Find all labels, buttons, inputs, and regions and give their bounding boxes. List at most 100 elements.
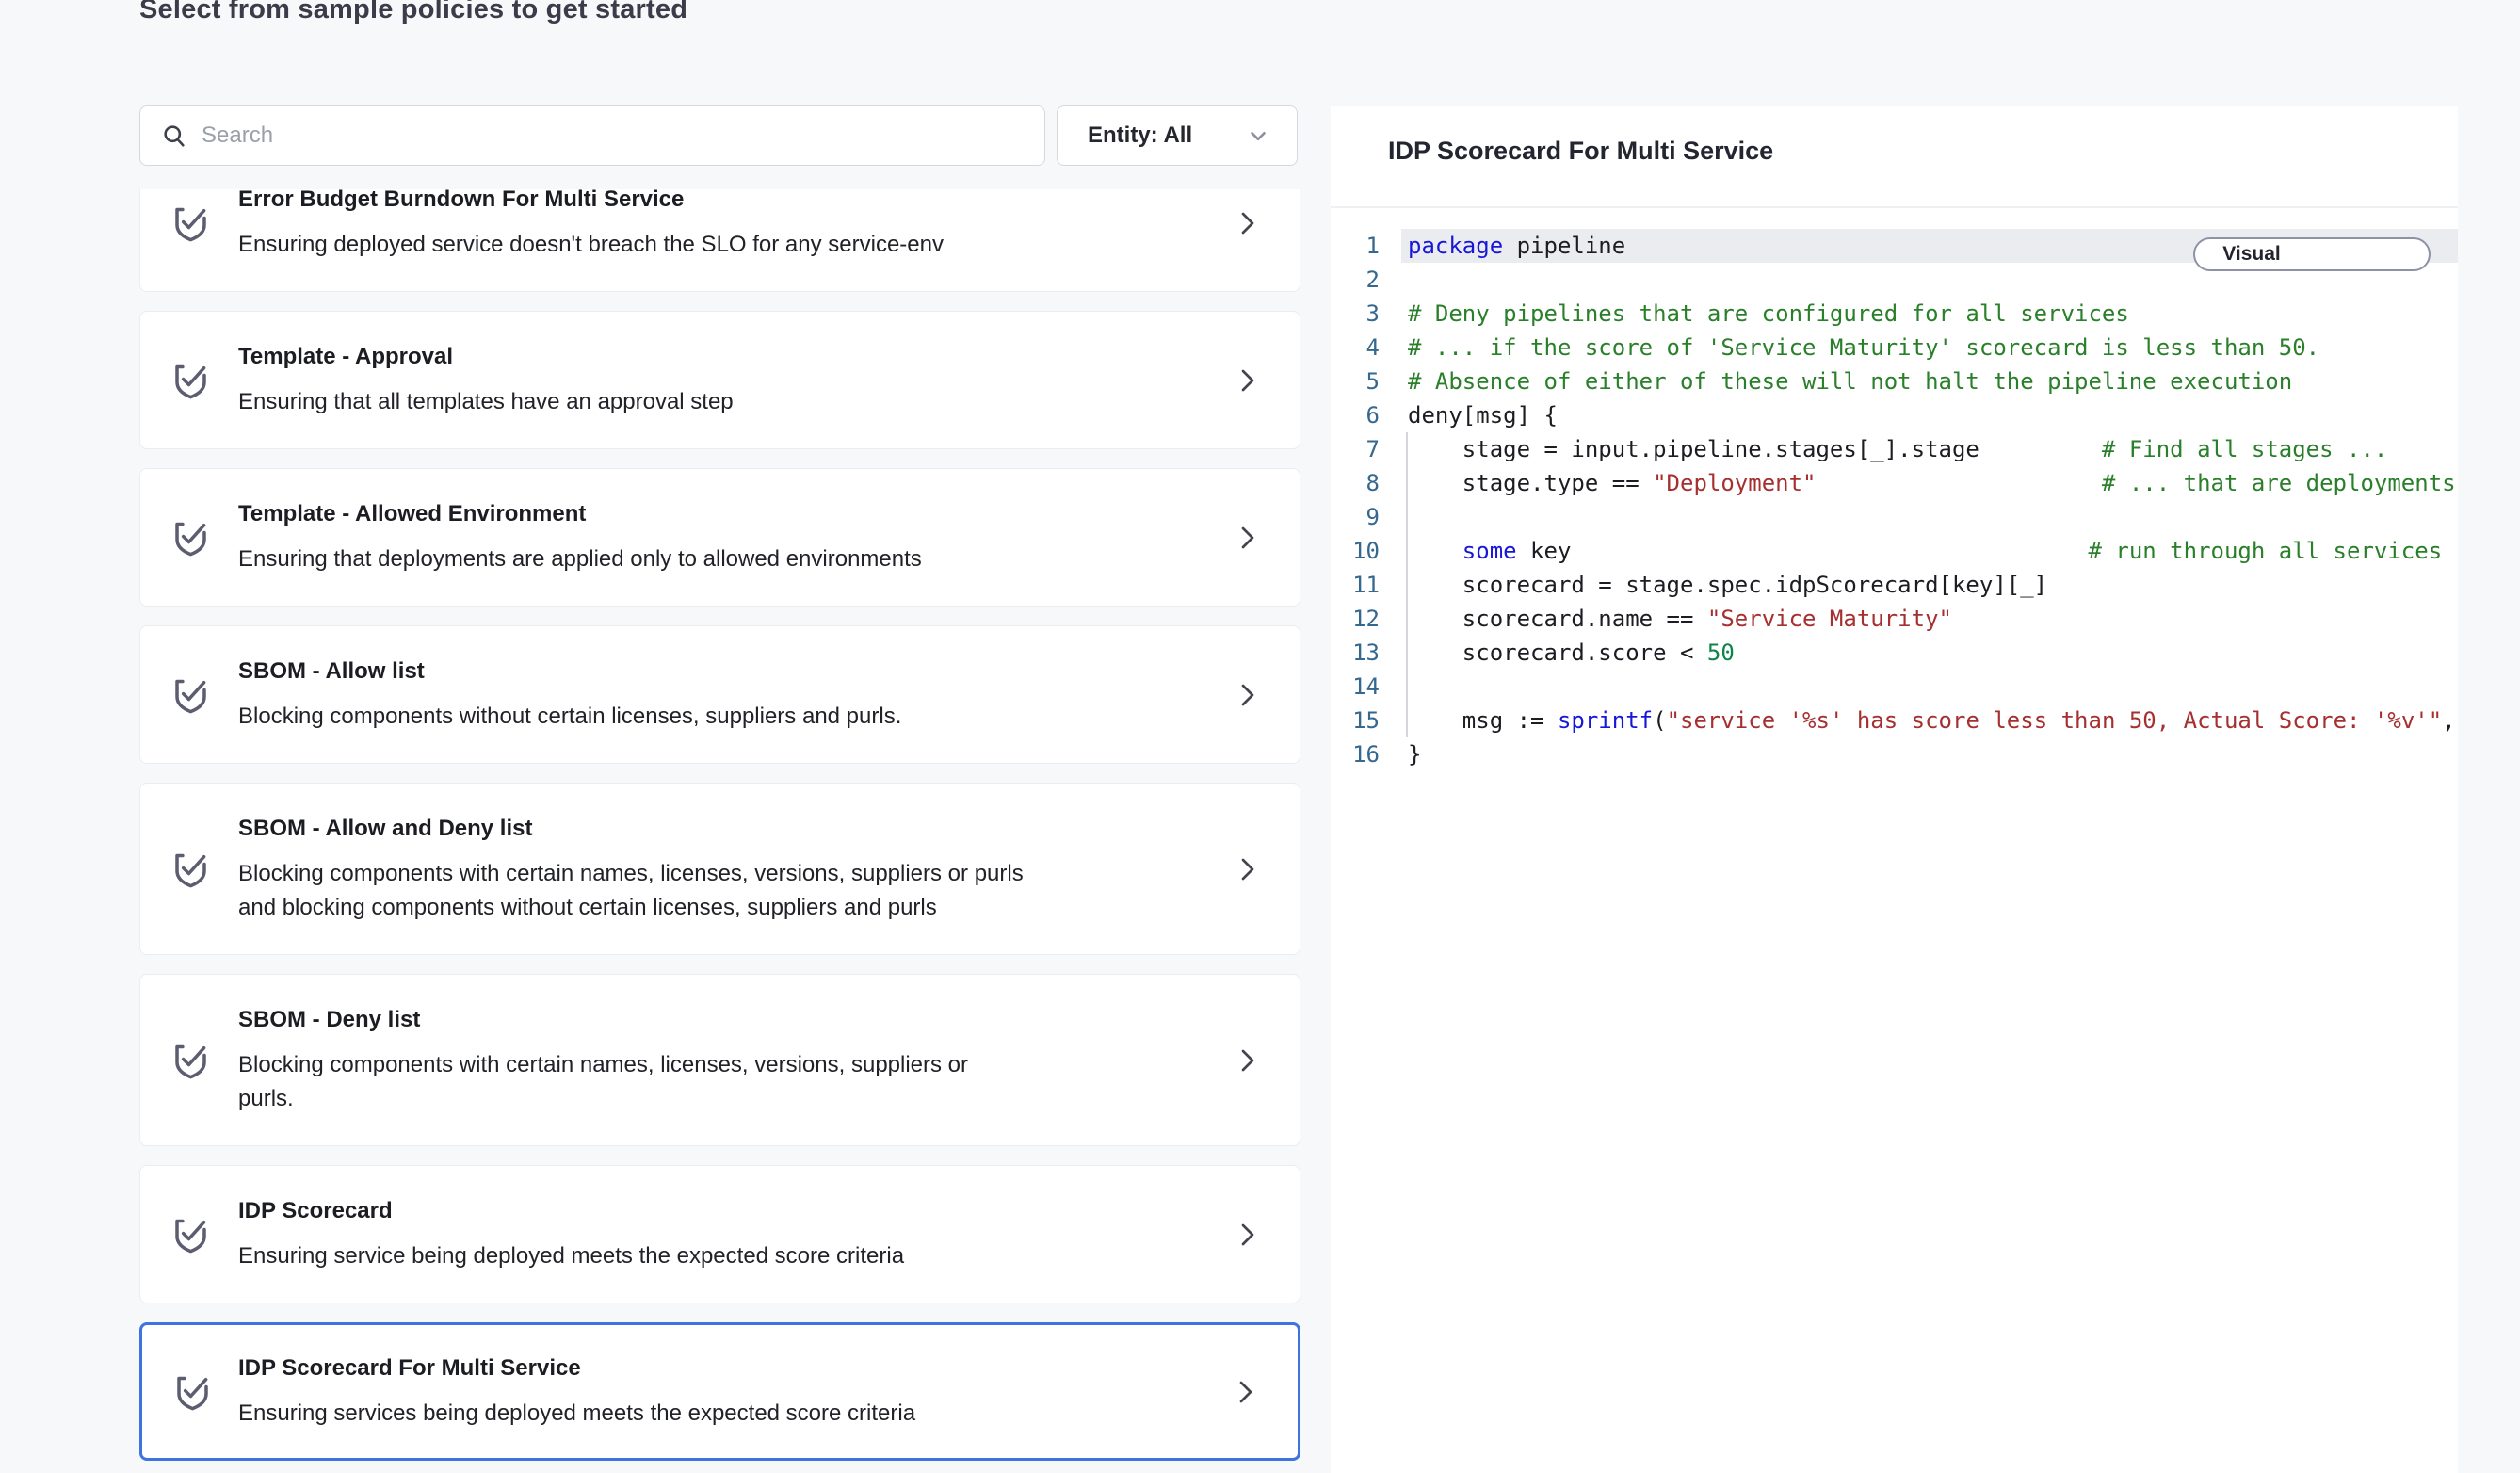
code-line: 7 stage = input.pipeline.stages[_].stage… [1331,432,2458,466]
line-number: 12 [1331,602,1380,636]
policy-text: Error Budget Burndown For Multi Service … [238,189,1187,262]
policy-detail-panel: IDP Scorecard For Multi Service Visual R… [1331,106,2458,1473]
policy-shield-check-icon [169,1212,213,1256]
code-line: 16 } [1331,737,2458,771]
rego-code-editor[interactable]: 1 package pipeline 2 3 # Deny pipelines … [1331,229,2458,1473]
chevron-right-icon [1232,1045,1262,1076]
policy-title: Template - Allowed Environment [238,500,1187,528]
code-line-content: stage.type == "Deployment" # ... that ar… [1380,466,2458,500]
indent-guide-line [1406,432,1408,737]
policy-title: IDP Scorecard For Multi Service [238,1354,1187,1383]
policy-shield-check-icon [169,515,213,559]
line-number: 14 [1331,670,1380,704]
code-line: 8 stage.type == "Deployment" # ... that … [1331,466,2458,500]
policy-title: Error Budget Burndown For Multi Service [238,189,1187,214]
line-number: 9 [1331,500,1380,534]
page-title: Select from sample policies to get start… [139,0,687,25]
line-number: 11 [1331,568,1380,602]
search-icon [161,122,187,149]
policy-title: SBOM - Deny list [238,1006,1187,1034]
policy-description: Blocking components with certain names, … [238,857,1029,925]
code-line-content: stage = input.pipeline.stages[_].stage #… [1380,432,2458,466]
code-line: 15 msg := sprintf("service '%s' has scor… [1331,704,2458,737]
rego-toggle-button[interactable]: Rego [2308,239,2429,269]
policy-description: Ensuring service being deployed meets th… [238,1239,1029,1273]
policy-text: Template - Allowed Environment Ensuring … [238,500,1187,576]
policy-description: Blocking components without certain lice… [238,700,1029,734]
line-number: 15 [1331,704,1380,737]
policy-list-item[interactable]: Error Budget Burndown For Multi Service … [139,189,1300,292]
search-input[interactable] [202,122,1044,149]
policy-shield-check-icon [169,201,213,245]
policy-title: Template - Approval [238,343,1187,371]
line-number: 1 [1331,229,1380,263]
policy-shield-check-icon [169,358,213,402]
policy-detail-title: IDP Scorecard For Multi Service [1388,137,1773,166]
code-line-content: # ... if the score of 'Service Maturity'… [1380,331,2458,364]
chevron-right-icon [1232,208,1262,238]
sample-policies-page: Select from sample policies to get start… [0,0,2520,1473]
code-line: 13 scorecard.score < 50 [1331,636,2458,670]
policy-list-item[interactable]: SBOM - Deny list Blocking components wit… [139,974,1300,1146]
search-box [139,105,1045,166]
code-line-content [1380,670,2458,704]
policy-shield-check-icon [170,1369,215,1414]
visual-toggle-button[interactable]: Visual [2195,239,2308,269]
panel-divider [1331,206,2458,208]
line-number: 4 [1331,331,1380,364]
code-line-content: } [1380,737,2458,771]
policy-list-item[interactable]: Template - Approval Ensuring that all te… [139,311,1300,449]
policy-description: Ensuring that all templates have an appr… [238,385,1029,419]
policy-description: Ensuring deployed service doesn't breach… [238,228,1029,262]
line-number: 6 [1331,398,1380,432]
code-line-content: some key # run through all services [1380,534,2458,568]
policy-text: SBOM - Deny list Blocking components wit… [238,1006,1187,1116]
code-line-content: scorecard = stage.spec.idpScorecard[key]… [1380,568,2458,602]
policy-list-item[interactable]: SBOM - Allow and Deny list Blocking comp… [139,783,1300,955]
code-line: 10 some key # run through all services [1331,534,2458,568]
policy-shield-check-icon [169,847,213,891]
line-number: 10 [1331,534,1380,568]
code-line-content: scorecard.score < 50 [1380,636,2458,670]
line-number: 2 [1331,263,1380,297]
policy-text: IDP Scorecard For Multi Service Ensuring… [238,1354,1187,1431]
code-line: 11 scorecard = stage.spec.idpScorecard[k… [1331,568,2458,602]
line-number: 16 [1331,737,1380,771]
policy-title: SBOM - Allow and Deny list [238,815,1187,843]
chevron-down-icon [1246,123,1270,148]
policy-title: SBOM - Allow list [238,657,1187,686]
code-line-content: msg := sprintf("service '%s' has score l… [1380,704,2458,737]
line-number: 5 [1331,364,1380,398]
code-line: 3 # Deny pipelines that are configured f… [1331,297,2458,331]
code-line: 4 # ... if the score of 'Service Maturit… [1331,331,2458,364]
code-line: 14 [1331,670,2458,704]
policy-text: IDP Scorecard Ensuring service being dep… [238,1197,1187,1273]
chevron-right-icon [1232,523,1262,553]
policy-description: Ensuring that deployments are applied on… [238,542,1029,576]
policy-list-scroll[interactable]: Error Budget Burndown For Multi Service … [139,189,1300,1461]
chevron-right-icon [1232,1220,1262,1250]
entity-filter-dropdown[interactable]: Entity: All [1057,105,1298,166]
policy-description: Ensuring services being deployed meets t… [238,1397,1029,1431]
code-line-content: # Absence of either of these will not ha… [1380,364,2458,398]
line-number: 8 [1331,466,1380,500]
policy-list-item[interactable]: SBOM - Allow list Blocking components wi… [139,625,1300,764]
policy-list-item-selected[interactable]: IDP Scorecard For Multi Service Ensuring… [139,1322,1300,1461]
line-number: 7 [1331,432,1380,466]
policy-text: SBOM - Allow list Blocking components wi… [238,657,1187,734]
line-number: 13 [1331,636,1380,670]
policy-text: Template - Approval Ensuring that all te… [238,343,1187,419]
chevron-right-icon [1232,680,1262,710]
code-line: 5 # Absence of either of these will not … [1331,364,2458,398]
code-line-content: deny[msg] { [1380,398,2458,432]
code-line-content [1380,500,2458,534]
policy-list-item[interactable]: Template - Allowed Environment Ensuring … [139,468,1300,607]
policy-list: Error Budget Burndown For Multi Service … [139,189,1300,1473]
chevron-right-icon [1232,854,1262,884]
chevron-right-icon [1230,1377,1260,1407]
policy-list-item[interactable]: IDP Scorecard Ensuring service being dep… [139,1165,1300,1303]
code-line: 6 deny[msg] { [1331,398,2458,432]
chevron-right-icon [1232,365,1262,396]
policy-text: SBOM - Allow and Deny list Blocking comp… [238,815,1187,925]
code-line-content: scorecard.name == "Service Maturity" [1380,602,2458,636]
